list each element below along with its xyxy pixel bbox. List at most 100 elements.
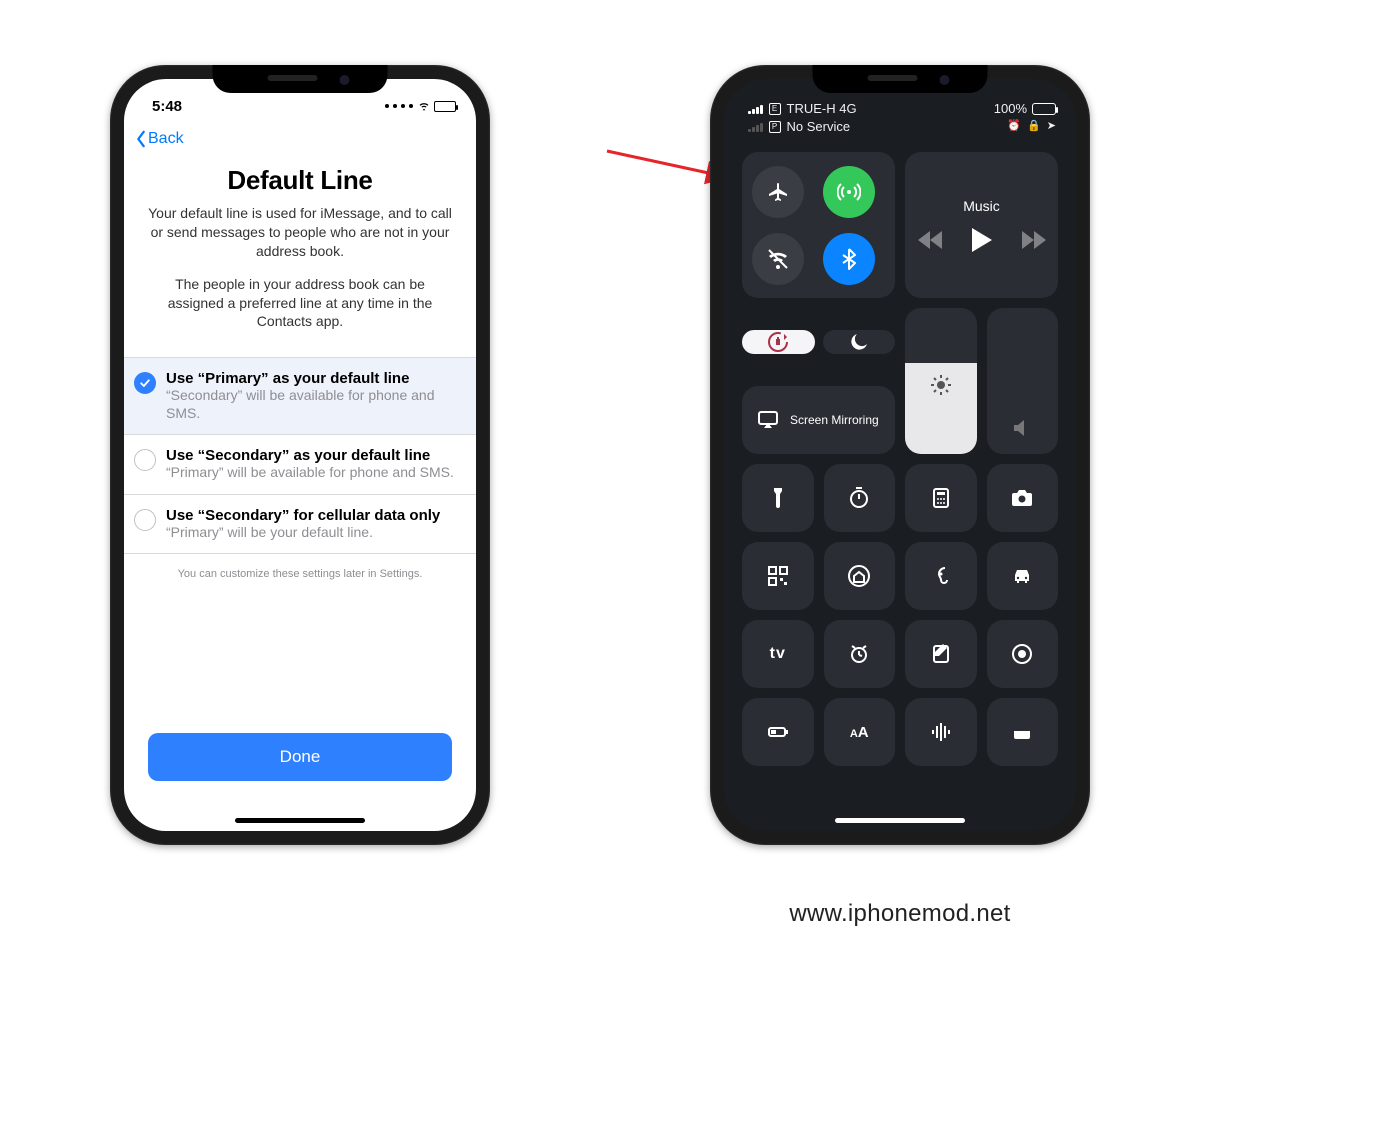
dnd-toggle[interactable] [823, 330, 896, 354]
done-button[interactable]: Done [148, 733, 452, 781]
options-list: Use “Primary” as your default line “Seco… [124, 357, 476, 554]
sun-icon [929, 373, 953, 397]
volume-slider[interactable] [987, 308, 1059, 454]
bluetooth-icon [837, 247, 861, 271]
settings-hint: You can customize these settings later i… [124, 554, 476, 580]
battery-icon [766, 720, 790, 744]
location-icon: ➤ [1047, 119, 1056, 132]
lock-dnd-row [742, 308, 895, 376]
airplane-toggle[interactable] [752, 166, 804, 218]
alarm-tile[interactable] [824, 620, 896, 688]
battery-icon [434, 101, 456, 112]
screen-settings: 5:48 Back Default Line Your default line… [124, 79, 476, 831]
battery-icon [1032, 103, 1056, 115]
voice-memo-tile[interactable] [905, 698, 977, 766]
textsize-tile[interactable]: AA [824, 698, 896, 766]
calculator-tile[interactable] [905, 464, 977, 532]
antenna-icon [837, 180, 861, 204]
qr-tile[interactable] [742, 542, 814, 610]
connectivity-group [742, 152, 895, 298]
sim-letter: P [769, 121, 781, 133]
media-controls[interactable]: Music [905, 152, 1058, 298]
back-button[interactable]: Back [124, 119, 476, 159]
sim-letter: E [769, 103, 781, 115]
option-secondary-data-only[interactable]: Use “Secondary” for cellular data only “… [124, 495, 476, 554]
phone-right: E TRUE-H 4G P No Service 100% ⏰ 🔒 ➤ [710, 65, 1090, 845]
radio-icon [134, 449, 156, 471]
status-indicators: ⏰ 🔒 ➤ [1007, 119, 1056, 132]
notch [213, 65, 388, 93]
cellular-toggle[interactable] [823, 166, 875, 218]
wifi-off-icon [766, 247, 790, 271]
brightness-slider[interactable] [905, 308, 977, 454]
sim1-row: E TRUE-H 4G [748, 101, 857, 116]
wallet-tile[interactable] [987, 698, 1059, 766]
record-tile[interactable] [987, 620, 1059, 688]
home-indicator[interactable] [235, 818, 365, 823]
clock: 5:48 [152, 98, 182, 115]
screen-control-center: E TRUE-H 4G P No Service 100% ⏰ 🔒 ➤ [724, 79, 1076, 831]
wifi-toggle[interactable] [752, 233, 804, 285]
timer-icon [847, 486, 871, 510]
calculator-icon [929, 486, 953, 510]
back-label: Back [148, 130, 184, 148]
option-primary-default[interactable]: Use “Primary” as your default line “Seco… [124, 358, 476, 435]
screen-mirroring-tile[interactable]: Screen Mirroring [742, 386, 895, 454]
notes-tile[interactable] [905, 620, 977, 688]
option-sub: “Primary” will be your default line. [166, 524, 440, 542]
hearing-tile[interactable] [905, 542, 977, 610]
option-title: Use “Primary” as your default line [166, 370, 462, 387]
canvas: 5:48 Back Default Line Your default line… [0, 0, 1400, 1141]
radio-icon [134, 509, 156, 531]
sim1-carrier: TRUE-H 4G [787, 101, 857, 116]
page-title: Default Line [124, 159, 476, 204]
intro-2: The people in your address book can be a… [124, 275, 476, 358]
intro-1: Your default line is used for iMessage, … [124, 204, 476, 275]
watermark: www.iphonemod.net [710, 900, 1090, 928]
alarm-set-icon: ⏰ [1007, 119, 1021, 132]
speaker-icon [1010, 416, 1034, 440]
screen-mirroring-label: Screen Mirroring [790, 413, 879, 427]
wallet-icon [1010, 720, 1034, 744]
textsize-icon: AA [850, 724, 869, 741]
rotation-lock-icon [766, 330, 790, 354]
battery-percent: 100% [994, 101, 1027, 116]
forward-icon[interactable] [1022, 228, 1046, 252]
sim2-carrier: No Service [787, 119, 851, 134]
signal-bars-icon [748, 122, 763, 132]
notch [813, 65, 988, 93]
airplay-icon [756, 408, 780, 432]
flashlight-tile[interactable] [742, 464, 814, 532]
timer-tile[interactable] [824, 464, 896, 532]
home-tile[interactable] [824, 542, 896, 610]
chevron-left-icon [134, 130, 148, 148]
lowpower-tile[interactable] [742, 698, 814, 766]
ear-icon [929, 564, 953, 588]
rewind-icon[interactable] [918, 228, 942, 252]
status-right [385, 98, 456, 115]
camera-icon [1010, 486, 1034, 510]
notes-icon [929, 642, 953, 666]
bluetooth-toggle[interactable] [823, 233, 875, 285]
car-icon [1010, 564, 1034, 588]
orientation-lock-toggle[interactable] [742, 330, 815, 354]
option-title: Use “Secondary” for cellular data only [166, 507, 440, 524]
media-title: Music [963, 198, 1000, 214]
option-sub: “Primary” will be available for phone an… [166, 464, 454, 482]
phone-left: 5:48 Back Default Line Your default line… [110, 65, 490, 845]
home-indicator[interactable] [835, 818, 965, 823]
sim2-row: P No Service [748, 119, 857, 134]
qr-icon [766, 564, 790, 588]
lock-icon: 🔒 [1027, 119, 1041, 132]
control-center-grid: Music Screen Mirroring [724, 146, 1076, 772]
appletv-tile[interactable]: tv [742, 620, 814, 688]
carplay-tile[interactable] [987, 542, 1059, 610]
camera-tile[interactable] [987, 464, 1059, 532]
home-icon [847, 564, 871, 588]
play-icon[interactable] [970, 228, 994, 252]
moon-icon [847, 330, 871, 354]
option-secondary-default[interactable]: Use “Secondary” as your default line “Pr… [124, 435, 476, 495]
signal-bars-icon [748, 104, 763, 114]
waveform-icon [929, 720, 953, 744]
option-title: Use “Secondary” as your default line [166, 447, 454, 464]
